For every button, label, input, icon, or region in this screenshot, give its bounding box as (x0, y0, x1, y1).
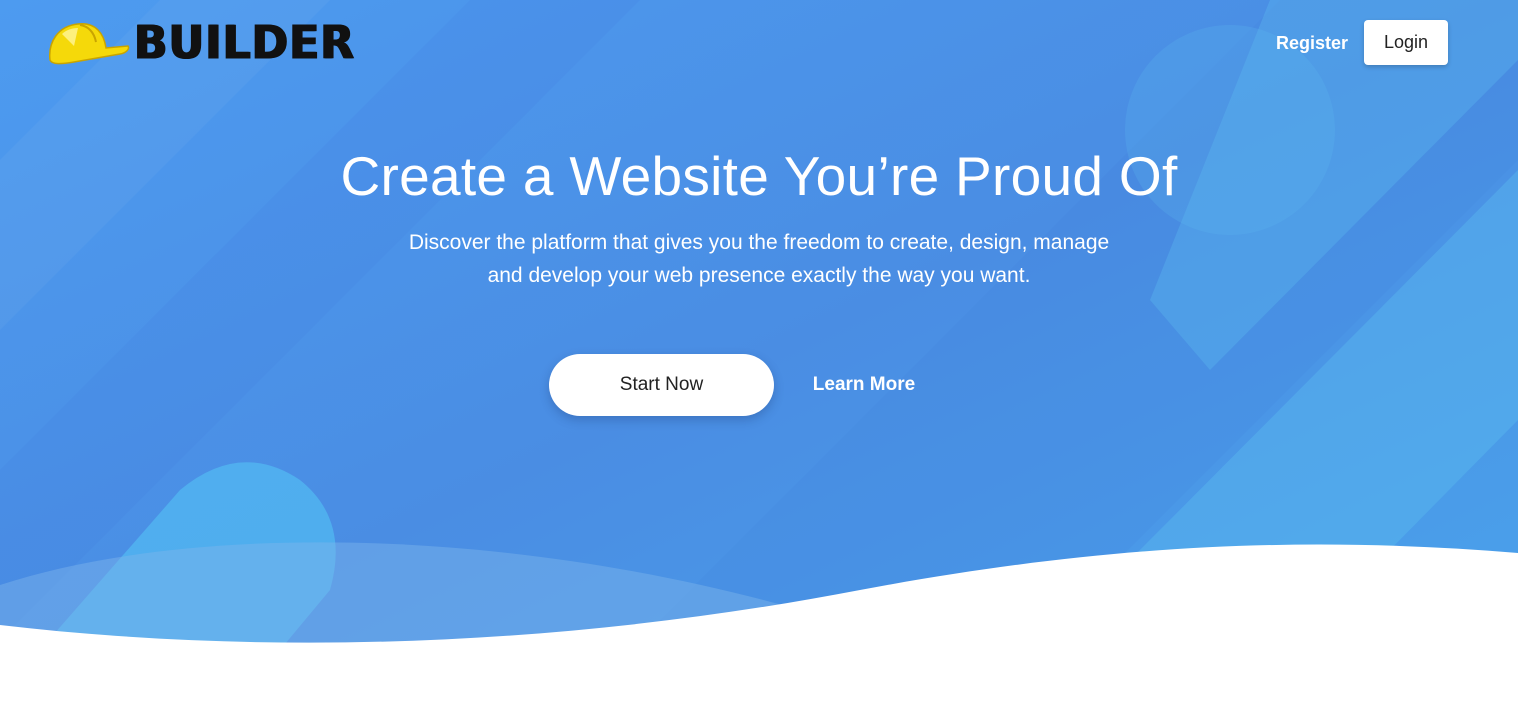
hero-title: Create a Website You’re Proud Of (340, 145, 1178, 207)
hero-subtitle-line-1: Discover the platform that gives you the… (408, 231, 1110, 254)
learn-more-link[interactable]: Learn More (800, 372, 928, 398)
hard-hat-icon (49, 23, 130, 65)
login-button[interactable]: Login (1364, 20, 1448, 65)
brand-name: BUILDER (134, 16, 356, 71)
hero-subtitle-line-2: and develop your web presence exactly th… (487, 264, 1031, 287)
brand-logo[interactable]: BUILDER (44, 16, 354, 72)
register-link[interactable]: Register (1268, 30, 1356, 56)
landing-page: BUILDER Register Login Create a Website … (0, 0, 1518, 720)
hero-subtitle: Discover the platform that gives you the… (339, 226, 1179, 292)
site-header: BUILDER Register Login (0, 0, 1518, 90)
start-now-button[interactable]: Start Now (549, 354, 774, 416)
